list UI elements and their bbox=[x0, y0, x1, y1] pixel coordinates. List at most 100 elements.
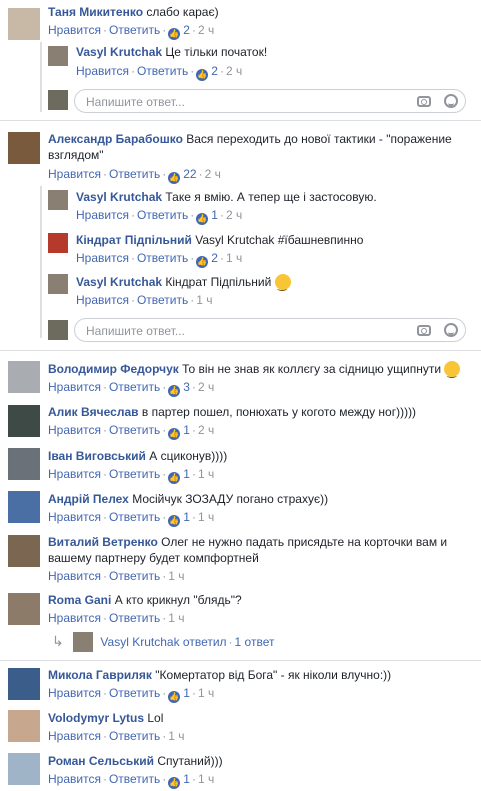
timestamp[interactable]: 2 ч bbox=[198, 23, 214, 37]
emoji-icon[interactable] bbox=[444, 94, 458, 108]
reply-link[interactable]: Ответить bbox=[109, 423, 160, 437]
timestamp[interactable]: 1 ч bbox=[198, 510, 214, 524]
comment-author[interactable]: Виталий Ветренко bbox=[48, 535, 158, 549]
like-count[interactable]: 👍 2 bbox=[196, 251, 218, 268]
like-link[interactable]: Нравится bbox=[76, 64, 129, 78]
like-count[interactable]: 👍 1 bbox=[168, 423, 190, 440]
reply-link[interactable]: Ответить bbox=[109, 380, 160, 394]
like-count[interactable]: 👍 22 bbox=[168, 167, 197, 184]
comment-author[interactable]: Vasyl Krutchak bbox=[76, 275, 162, 289]
like-count[interactable]: 👍 1 bbox=[168, 686, 190, 703]
like-count[interactable]: 👍 3 bbox=[168, 380, 190, 397]
like-link[interactable]: Нравится bbox=[48, 167, 101, 181]
emoji-icon[interactable] bbox=[444, 323, 458, 337]
avatar[interactable] bbox=[48, 274, 68, 294]
replies-link[interactable]: ↳ Vasyl Krutchak ответил · 1 ответ bbox=[52, 632, 274, 652]
like-link[interactable]: Нравится bbox=[76, 208, 129, 222]
timestamp[interactable]: 2 ч bbox=[198, 423, 214, 437]
reply-link[interactable]: Ответить bbox=[109, 772, 160, 786]
like-link[interactable]: Нравится bbox=[48, 686, 101, 700]
avatar[interactable] bbox=[8, 448, 40, 480]
timestamp[interactable]: 2 ч bbox=[226, 64, 242, 78]
avatar[interactable] bbox=[8, 668, 40, 700]
comment-author[interactable]: Roma Gani bbox=[48, 593, 111, 607]
reply-verb[interactable]: ответил bbox=[183, 635, 227, 649]
timestamp[interactable]: 1 ч bbox=[168, 569, 184, 583]
avatar[interactable] bbox=[48, 233, 68, 253]
reply-link[interactable]: Ответить bbox=[109, 569, 160, 583]
like-link[interactable]: Нравится bbox=[48, 772, 101, 786]
comment-author[interactable]: Роман Сельський bbox=[48, 754, 154, 768]
timestamp[interactable]: 2 ч bbox=[226, 208, 242, 222]
reply-composer[interactable] bbox=[74, 318, 466, 342]
reply-link[interactable]: Ответить bbox=[109, 167, 160, 181]
reply-input[interactable] bbox=[84, 94, 388, 110]
reply-link[interactable]: Ответить bbox=[109, 729, 160, 743]
reply-link[interactable]: Ответить bbox=[109, 467, 160, 481]
like-link[interactable]: Нравится bbox=[48, 611, 101, 625]
reply-link[interactable]: Ответить bbox=[137, 64, 188, 78]
comment-text: Vasyl Krutchak #їбашневпинно bbox=[195, 233, 364, 247]
avatar[interactable] bbox=[8, 491, 40, 523]
comment-author[interactable]: Volodymyr Lytus bbox=[48, 711, 144, 725]
camera-icon[interactable] bbox=[417, 96, 431, 107]
reply-author[interactable]: Vasyl Krutchak bbox=[100, 635, 179, 649]
comment-author[interactable]: Іван Виговський bbox=[48, 449, 146, 463]
avatar[interactable] bbox=[8, 753, 40, 785]
reply-link[interactable]: Ответить bbox=[109, 23, 160, 37]
smile-emoji-icon bbox=[274, 274, 291, 293]
comment-author[interactable]: Vasyl Krutchak bbox=[76, 45, 162, 59]
comment-author[interactable]: Микола Гавриляк bbox=[48, 668, 152, 682]
comment-author[interactable]: Александр Барабошко bbox=[48, 132, 183, 146]
avatar[interactable] bbox=[8, 593, 40, 625]
comment-author[interactable]: Андрій Пелех bbox=[48, 492, 129, 506]
timestamp[interactable]: 1 ч bbox=[168, 611, 184, 625]
timestamp[interactable]: 1 ч bbox=[196, 293, 212, 307]
timestamp[interactable]: 1 ч bbox=[198, 686, 214, 700]
reply-link[interactable]: Ответить bbox=[109, 510, 160, 524]
like-link[interactable]: Нравится bbox=[48, 380, 101, 394]
avatar[interactable] bbox=[8, 405, 40, 437]
reply-composer[interactable] bbox=[74, 89, 466, 113]
timestamp[interactable]: 2 ч bbox=[198, 380, 214, 394]
comment-author[interactable]: Vasyl Krutchak bbox=[76, 190, 162, 204]
reply-link[interactable]: Ответить bbox=[109, 611, 160, 625]
timestamp[interactable]: 2 ч bbox=[205, 167, 221, 181]
comment-author[interactable]: Таня Микитенко bbox=[48, 5, 143, 19]
like-link[interactable]: Нравится bbox=[48, 467, 101, 481]
like-link[interactable]: Нравится bbox=[48, 569, 101, 583]
like-count[interactable]: 👍 2 bbox=[196, 64, 218, 81]
comment-author[interactable]: Володимир Федорчук bbox=[48, 362, 179, 376]
like-count[interactable]: 👍 1 bbox=[196, 208, 218, 225]
like-count[interactable]: 👍 1 bbox=[168, 467, 190, 484]
like-link[interactable]: Нравится bbox=[48, 729, 101, 743]
avatar[interactable] bbox=[8, 535, 40, 567]
reply-input[interactable] bbox=[84, 323, 388, 339]
reply-link[interactable]: Ответить bbox=[109, 686, 160, 700]
timestamp[interactable]: 1 ч bbox=[226, 251, 242, 265]
reply-link[interactable]: Ответить bbox=[137, 293, 188, 307]
reply-link[interactable]: Ответить bbox=[137, 251, 188, 265]
avatar[interactable] bbox=[48, 46, 68, 66]
timestamp[interactable]: 1 ч bbox=[198, 772, 214, 786]
reply-link[interactable]: Ответить bbox=[137, 208, 188, 222]
reply-count[interactable]: 1 ответ bbox=[235, 635, 275, 649]
like-link[interactable]: Нравится bbox=[76, 293, 129, 307]
avatar[interactable] bbox=[8, 361, 40, 393]
like-link[interactable]: Нравится bbox=[48, 23, 101, 37]
like-link[interactable]: Нравится bbox=[76, 251, 129, 265]
like-link[interactable]: Нравится bbox=[48, 510, 101, 524]
comment-author[interactable]: Алик Вячеслав bbox=[48, 405, 139, 419]
like-count[interactable]: 👍 2 bbox=[168, 23, 190, 40]
avatar[interactable] bbox=[8, 710, 40, 742]
camera-icon[interactable] bbox=[417, 325, 431, 336]
comment-author[interactable]: Кіндрат Підпільний bbox=[76, 233, 192, 247]
like-count[interactable]: 👍 1 bbox=[168, 510, 190, 527]
avatar[interactable] bbox=[8, 8, 40, 40]
timestamp[interactable]: 1 ч bbox=[198, 467, 214, 481]
avatar[interactable] bbox=[8, 132, 40, 164]
timestamp[interactable]: 1 ч bbox=[168, 729, 184, 743]
avatar[interactable] bbox=[48, 190, 68, 210]
like-count[interactable]: 👍 1 bbox=[168, 772, 190, 789]
like-link[interactable]: Нравится bbox=[48, 423, 101, 437]
